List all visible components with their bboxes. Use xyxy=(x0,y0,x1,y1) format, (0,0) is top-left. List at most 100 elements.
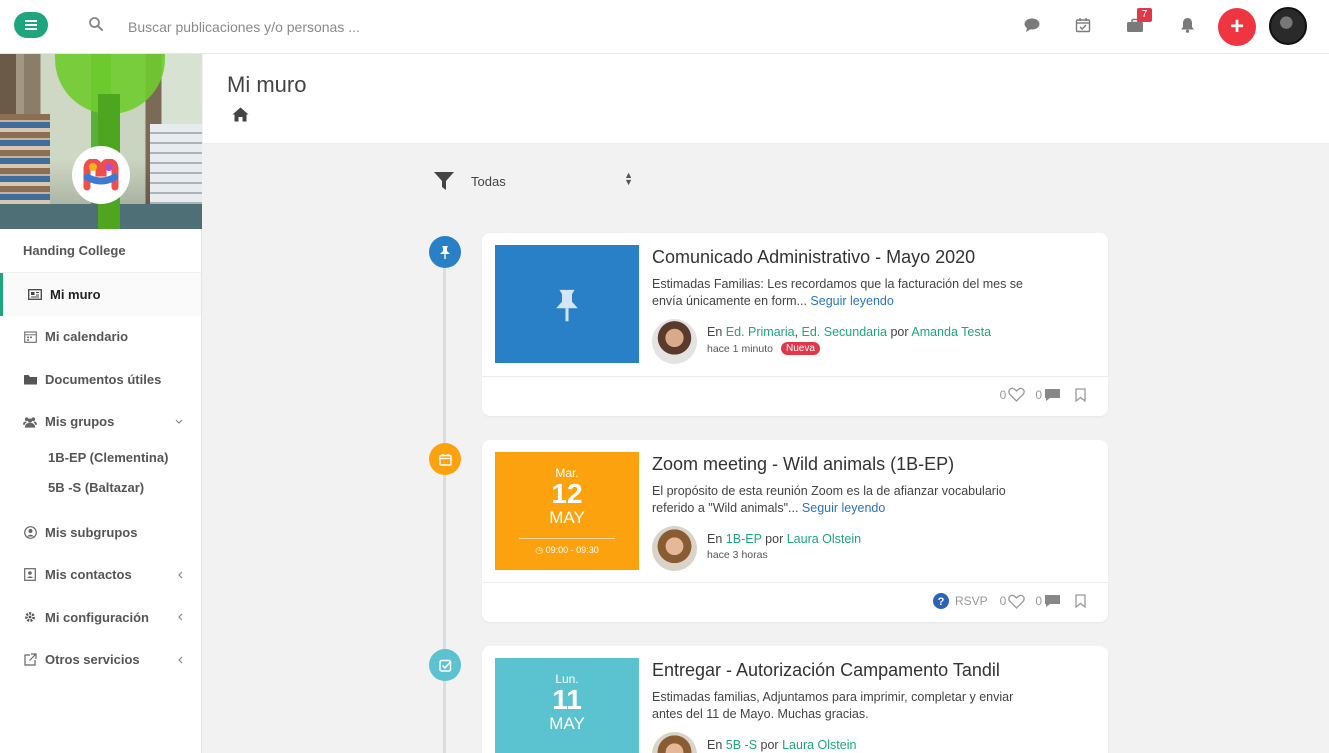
clock-icon: ◷ xyxy=(535,545,546,555)
post-filter: Todas ▲ ▼ xyxy=(433,168,633,194)
page-title: Mi muro xyxy=(227,72,307,97)
users-icon xyxy=(23,415,37,429)
notification-count-badge: 7 xyxy=(1137,8,1152,22)
author-avatar[interactable] xyxy=(652,732,697,753)
notifications-button[interactable] xyxy=(1176,14,1198,36)
user-avatar[interactable] xyxy=(1269,7,1307,45)
nav-label: Mi configuración xyxy=(45,609,149,625)
rsvp-button[interactable]: ? RSVP xyxy=(932,593,990,609)
calendar-icon xyxy=(438,453,452,466)
group-link[interactable]: Ed. Secundaria xyxy=(802,325,887,339)
chat-icon xyxy=(1024,18,1040,32)
post-title[interactable]: Zoom meeting - Wild animals (1B-EP) xyxy=(652,454,954,475)
group-item-5b-s[interactable]: 5B -S (Baltazar) xyxy=(0,473,201,503)
post-card: Comunicado Administrativo - Mayo 2020 Es… xyxy=(482,233,1108,416)
user-circle-icon xyxy=(23,525,37,539)
chat-button[interactable] xyxy=(1021,14,1043,36)
nav-label: Otros servicios xyxy=(45,652,140,668)
task-date-thumbnail[interactable]: Lun. 11 MAY xyxy=(495,658,639,753)
post-excerpt: El propósito de esta reunión Zoom es la … xyxy=(652,483,1032,517)
nav-label: Mi calendario xyxy=(45,329,129,345)
pin-marker xyxy=(429,236,461,268)
comment-button[interactable]: 0 xyxy=(1035,388,1061,402)
in-label: En xyxy=(707,325,723,339)
add-button[interactable]: + xyxy=(1218,8,1256,46)
menu-button[interactable] xyxy=(14,12,48,38)
new-badge: Nueva xyxy=(780,342,820,355)
post-card: Mar. 12 MAY ◷ 09:00 - 09:30 Zoom meeting… xyxy=(482,440,1108,622)
calendar-check-icon xyxy=(1075,18,1091,33)
group-item-1b-ep[interactable]: 1B-EP (Clementina) xyxy=(0,443,201,473)
calendar-tasks-button[interactable] xyxy=(1072,14,1094,36)
time-ago: hace 3 horas xyxy=(707,549,768,561)
event-time: ◷ 09:00 - 09:30 xyxy=(519,538,615,556)
nav-item-documentos-utiles[interactable]: Documentos útiles xyxy=(0,358,201,401)
post-title[interactable]: Entregar - Autorización Campamento Tandi… xyxy=(652,660,1000,681)
bookmark-button[interactable] xyxy=(1075,387,1086,402)
school-cover-image xyxy=(0,54,202,229)
post-footer: ? RSVP 0 0 xyxy=(482,582,1108,622)
chevron-left-icon xyxy=(177,554,183,597)
school-name: Handing College xyxy=(0,229,201,273)
nav-label: Mi muro xyxy=(50,286,101,302)
author-avatar[interactable] xyxy=(652,319,697,364)
nav-label: Mis subgrupos xyxy=(45,524,138,540)
author-avatar[interactable] xyxy=(652,526,697,571)
nav-item-mi-muro[interactable]: Mi muro xyxy=(0,273,201,316)
pin-icon xyxy=(556,289,578,322)
group-link[interactable]: 5B -S xyxy=(726,738,757,752)
comment-icon xyxy=(1045,595,1060,607)
nav-item-mis-grupos[interactable]: Mis grupos xyxy=(0,401,201,444)
bell-icon xyxy=(1180,18,1194,33)
post-meta: En 1B-EP por Laura Olstein hace 3 horas xyxy=(707,532,861,561)
chevron-left-icon xyxy=(177,639,183,682)
nav-item-mi-configuracion[interactable]: Mi configuración xyxy=(0,596,201,639)
post-meta: En 5B -S por Laura Olstein xyxy=(707,738,856,752)
bookmark-button[interactable] xyxy=(1075,594,1086,608)
post-title[interactable]: Comunicado Administrativo - Mayo 2020 xyxy=(652,247,975,268)
school-logo[interactable] xyxy=(72,146,130,204)
nav-item-mis-subgrupos[interactable]: Mis subgrupos xyxy=(0,511,201,554)
newspaper-icon xyxy=(28,287,42,301)
post-excerpt: Estimadas Familias: Les recordamos que l… xyxy=(652,276,1032,310)
svg-text:?: ? xyxy=(938,596,945,608)
question-icon: ? xyxy=(932,593,949,609)
event-day: 12 xyxy=(551,478,583,509)
read-more-link[interactable]: Seguir leyendo xyxy=(802,501,885,515)
top-bar: 7 + xyxy=(0,0,1329,54)
filter-select[interactable]: Todas ▲ ▼ xyxy=(471,170,633,189)
menu-icon xyxy=(25,20,37,30)
nav-label: Documentos útiles xyxy=(45,371,162,387)
comment-button[interactable]: 0 xyxy=(1035,594,1061,608)
group-link[interactable]: 1B-EP xyxy=(726,532,762,546)
group-link[interactable]: Ed. Primaria xyxy=(726,325,795,339)
search-input[interactable] xyxy=(128,16,528,38)
post-meta: En Ed. Primaria, Ed. Secundaria por Aman… xyxy=(707,325,992,355)
comment-icon xyxy=(1045,388,1060,401)
page-header: Mi muro xyxy=(203,54,1329,143)
calendar-icon xyxy=(23,330,37,344)
search-icon xyxy=(89,17,103,31)
nav-item-mis-contactos[interactable]: Mis contactos xyxy=(0,554,201,597)
home-icon[interactable] xyxy=(232,107,249,122)
read-more-link[interactable]: Seguir leyendo xyxy=(810,294,893,308)
nav-item-mi-calendario[interactable]: Mi calendario xyxy=(0,316,201,359)
event-marker xyxy=(429,443,461,475)
like-button[interactable]: 0 xyxy=(1000,387,1026,402)
post-card: Lun. 11 MAY Entregar - Autorización Camp… xyxy=(482,646,1108,753)
author-link[interactable]: Laura Olstein xyxy=(782,738,856,752)
like-button[interactable]: 0 xyxy=(1000,594,1026,609)
bookmark-icon xyxy=(1075,594,1086,608)
post-thumbnail[interactable] xyxy=(495,245,639,363)
by-label: por xyxy=(890,325,909,339)
rsvp-label: RSVP xyxy=(954,594,988,608)
author-link[interactable]: Amanda Testa xyxy=(911,325,991,339)
author-link[interactable]: Laura Olstein xyxy=(787,532,861,546)
comment-count: 0 xyxy=(1035,387,1042,402)
task-marker xyxy=(429,649,461,681)
nav-item-otros-servicios[interactable]: Otros servicios xyxy=(0,639,201,682)
task-month: MAY xyxy=(549,714,585,733)
event-date-thumbnail[interactable]: Mar. 12 MAY ◷ 09:00 - 09:30 xyxy=(495,452,639,570)
post-excerpt: Estimadas familias, Adjuntamos para impr… xyxy=(652,690,1014,721)
chevron-down-icon xyxy=(175,401,183,444)
